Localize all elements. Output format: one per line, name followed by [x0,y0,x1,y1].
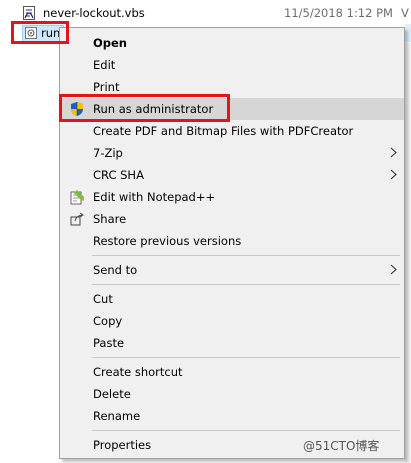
share-icon [70,212,84,226]
selection-trail [405,24,411,42]
menu-item-rename[interactable]: Rename [62,405,404,427]
menu-item-run-as-administrator[interactable]: Run as administrator [62,98,404,120]
menu-separator [92,357,400,358]
uac-shield-icon [71,102,83,116]
shortcut-file-icon [25,27,37,39]
menu-item-label: Create shortcut [93,365,183,379]
file-date: 11/5/2018 1:12 PM [284,6,393,20]
menu-item-label: CRC SHA [93,168,144,182]
menu-item-label: Run as administrator [93,102,214,116]
menu-item-label: Cut [93,292,113,306]
menu-item-create-shortcut[interactable]: Create shortcut [62,361,404,383]
menu-item-edit-notepad[interactable]: Edit with Notepad++ [62,186,404,208]
menu-item-open[interactable]: Open [62,32,404,54]
scrollbar[interactable] [405,43,411,463]
menu-item-label: Send to [93,263,138,277]
vbs-script-icon [23,6,35,20]
menu-item-label: Edit with Notepad++ [93,190,216,204]
menu-separator [92,255,400,256]
menu-item-print[interactable]: Print [62,76,404,98]
watermark-text: @51CTO博客 [303,439,380,453]
menu-item-label: Copy [93,314,123,328]
menu-item-label: 7-Zip [93,146,123,160]
menu-item-label: Edit [93,58,116,72]
menu-item-label: Properties [93,438,152,452]
menu-item-label: Rename [93,409,141,423]
file-row-never-lockout[interactable]: never-lockout.vbs 11/5/2018 1:12 PM V [0,4,411,22]
menu-item-label: Delete [93,387,131,401]
file-name: run [41,26,61,40]
menu-item-label: Print [93,80,120,94]
menu-item-restore-previous[interactable]: Restore previous versions [62,230,404,252]
menu-separator [92,430,400,431]
file-type: V [401,6,409,20]
context-menu: Open Edit Print Run as administrator Cre… [59,27,405,459]
chevron-right-icon [390,169,397,180]
menu-item-label: Paste [93,336,125,350]
menu-item-delete[interactable]: Delete [62,383,404,405]
menu-item-create-pdf[interactable]: Create PDF and Bitmap Files with PDFCrea… [62,120,404,142]
menu-item-label: Restore previous versions [93,234,242,248]
menu-item-paste[interactable]: Paste [62,332,404,354]
menu-item-label: Open [93,36,127,50]
menu-item-cut[interactable]: Cut [62,288,404,310]
menu-item-share[interactable]: Share [62,208,404,230]
menu-item-crc-sha[interactable]: CRC SHA [62,164,404,186]
file-name: never-lockout.vbs [43,6,145,20]
menu-item-send-to[interactable]: Send to [62,259,404,281]
chevron-right-icon [390,147,397,158]
menu-item-copy[interactable]: Copy [62,310,404,332]
notepad-plus-plus-icon [70,190,84,205]
menu-item-label: Share [93,212,127,226]
chevron-right-icon [390,264,397,275]
menu-item-label: Create PDF and Bitmap Files with PDFCrea… [93,124,354,138]
menu-separator [92,284,400,285]
menu-item-7zip[interactable]: 7-Zip [62,142,404,164]
menu-item-edit[interactable]: Edit [62,54,404,76]
